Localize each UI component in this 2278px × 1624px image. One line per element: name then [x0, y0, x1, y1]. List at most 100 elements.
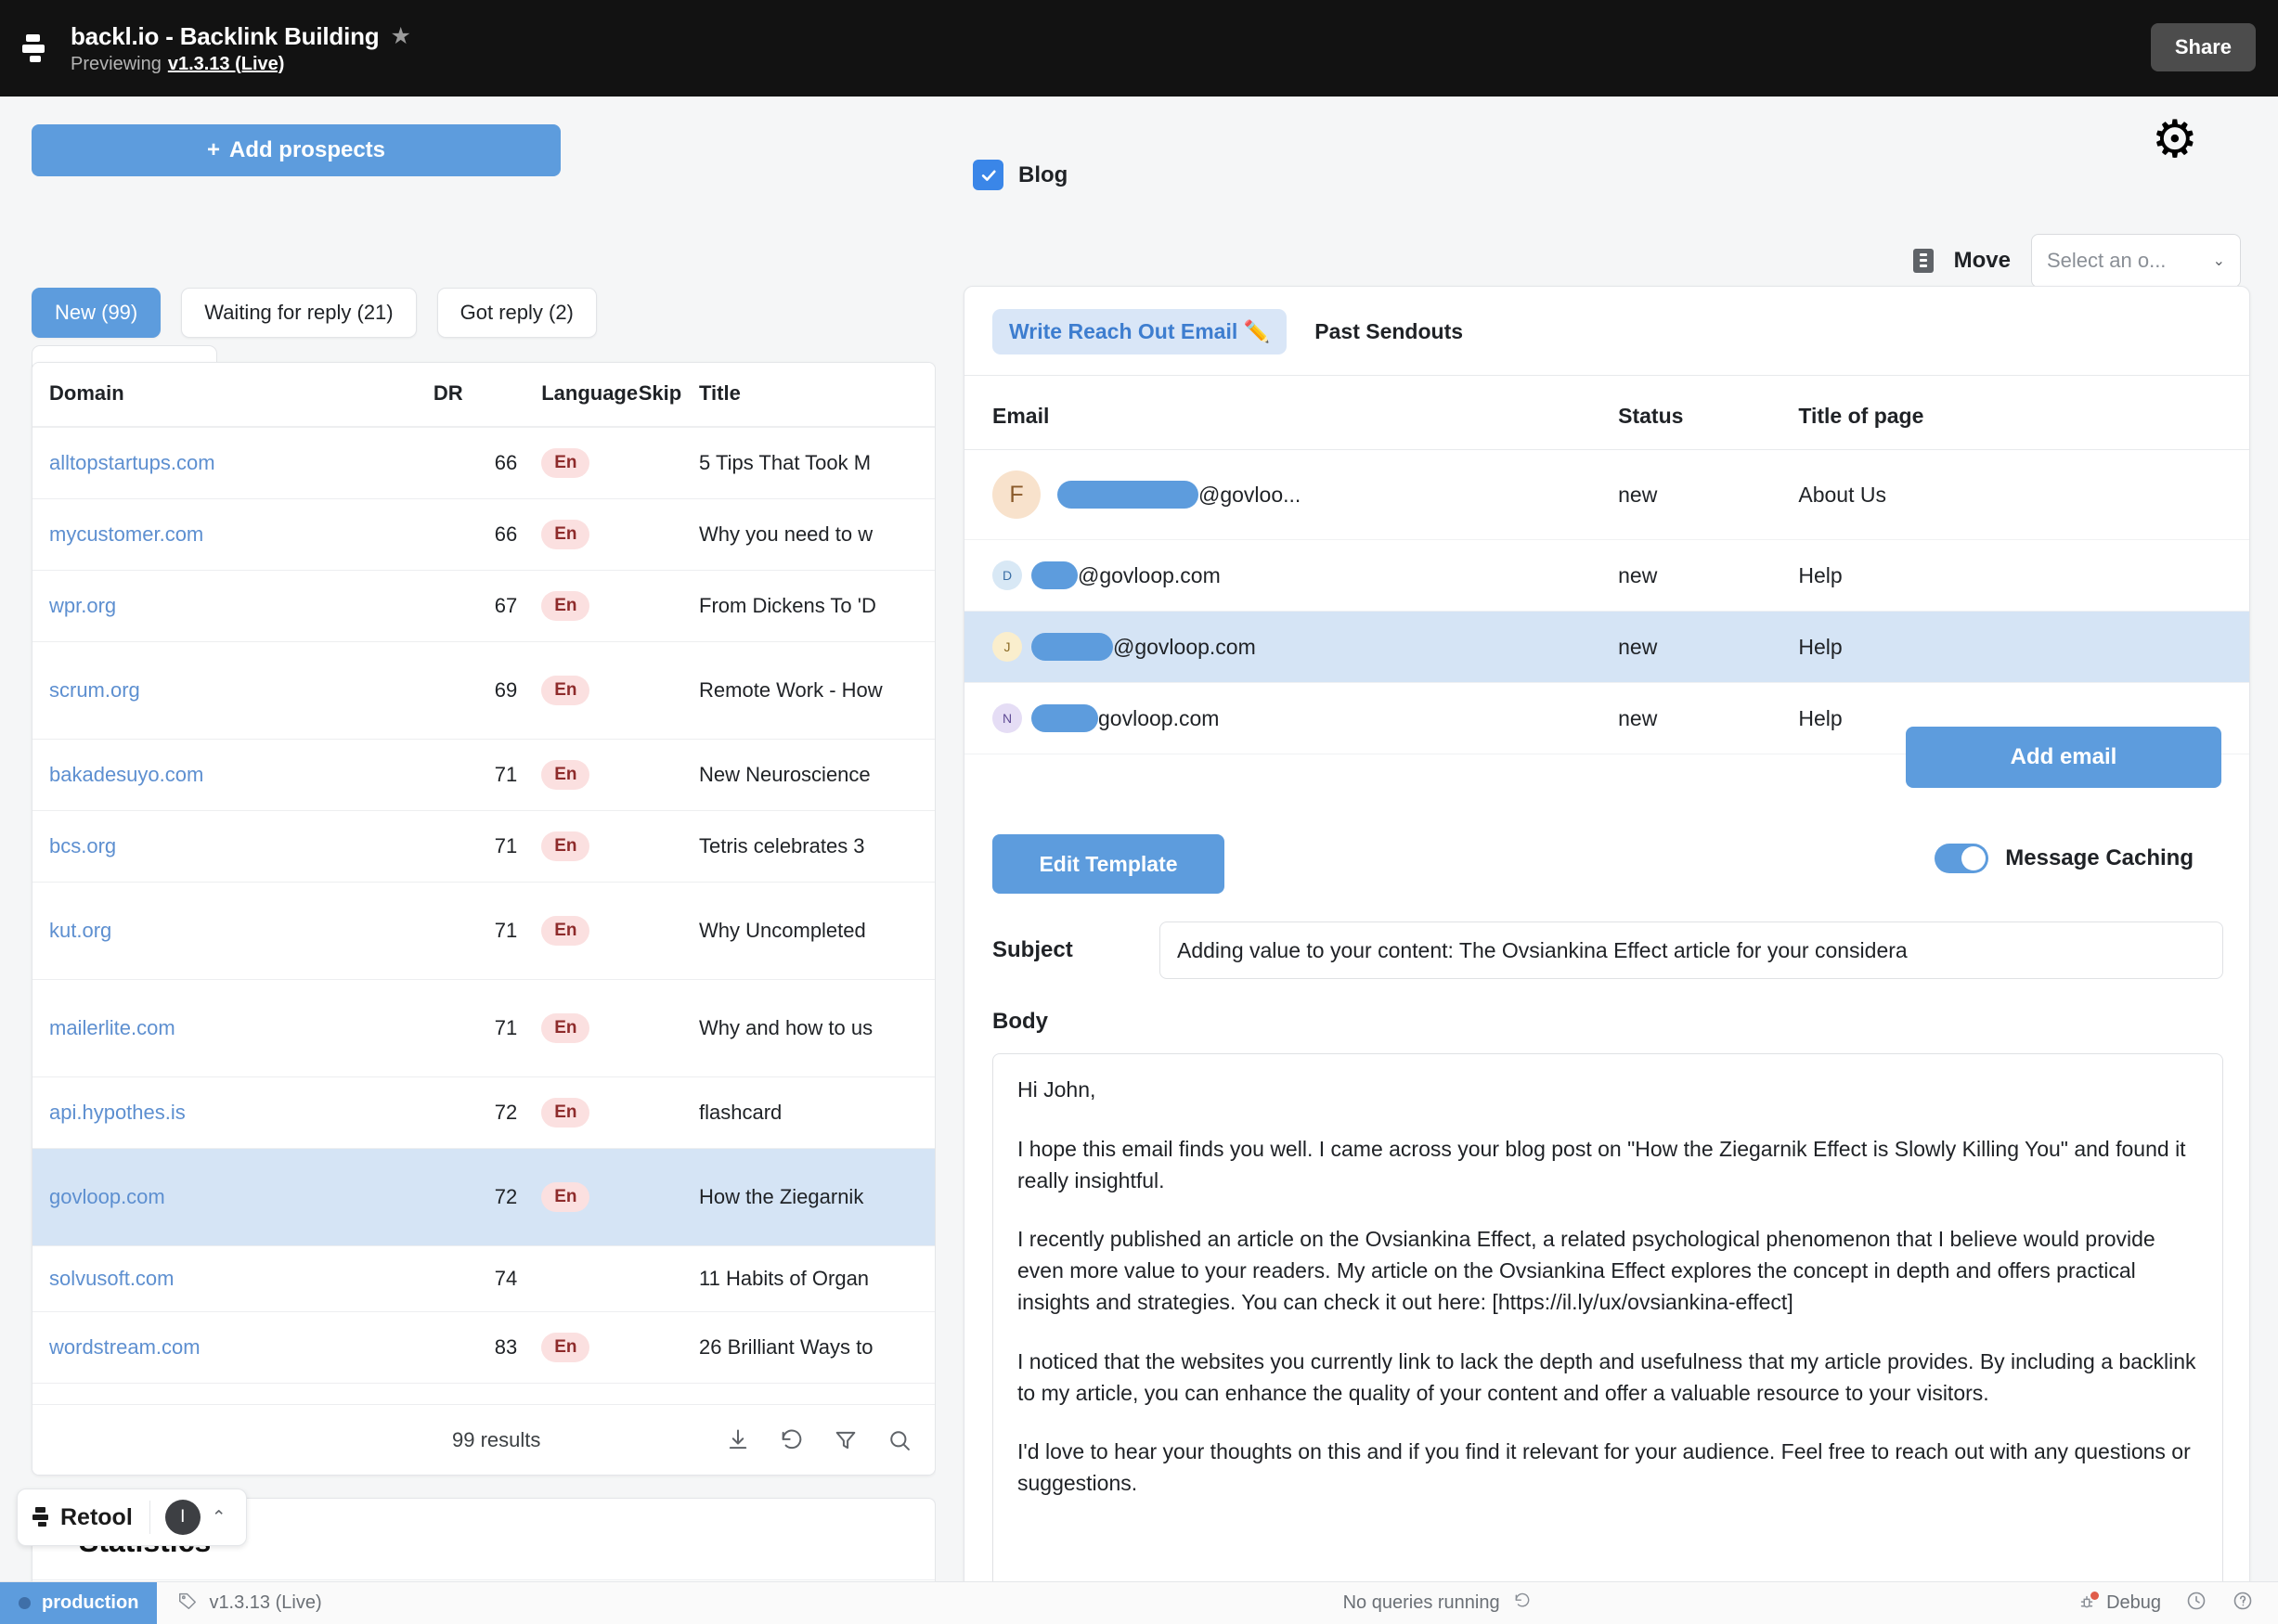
cell-domain[interactable]: mailerlite.com: [32, 980, 434, 1077]
table-row[interactable]: scrum.org69EnRemote Work - How: [32, 642, 936, 740]
domain-link[interactable]: alltopstartups.com: [49, 451, 215, 474]
help-icon[interactable]: [2232, 1590, 2254, 1618]
cell-skip[interactable]: [639, 427, 699, 499]
column-header-language[interactable]: Language: [517, 363, 639, 427]
tab-got-reply[interactable]: Got reply (2): [437, 288, 597, 338]
cell-domain[interactable]: kut.org: [32, 883, 434, 980]
history-icon[interactable]: [2185, 1590, 2207, 1618]
table-row[interactable]: bakadesuyo.com71EnNew Neuroscience: [32, 740, 936, 811]
subject-input[interactable]: [1159, 922, 2223, 979]
table-row[interactable]: wpr.org67EnFrom Dickens To 'D: [32, 571, 936, 642]
chevron-up-icon[interactable]: ⌃: [212, 1507, 227, 1528]
retool-floating-badge[interactable]: Retool I ⌃: [17, 1489, 247, 1546]
gear-icon[interactable]: ⚙: [2152, 113, 2198, 165]
domain-link[interactable]: kut.org: [49, 919, 111, 942]
add-email-button[interactable]: Add email: [1906, 727, 2221, 788]
domain-link[interactable]: wpr.org: [49, 594, 116, 617]
column-header-email: Email: [964, 404, 1618, 450]
share-button[interactable]: Share: [2151, 23, 2256, 71]
table-row[interactable]: mycustomer.com66EnWhy you need to w: [32, 499, 936, 571]
debug-button[interactable]: Debug: [2077, 1592, 2161, 1614]
cell-skip[interactable]: [639, 642, 699, 740]
cell-domain[interactable]: govloop.com: [32, 1149, 434, 1246]
status-badge: new: [1618, 683, 1798, 754]
table-row[interactable]: api.hypothes.is72Enflashcard: [32, 1077, 936, 1149]
domain-link[interactable]: govloop.com: [49, 1185, 165, 1208]
cell-skip[interactable]: [639, 980, 699, 1077]
refresh-icon[interactable]: [1513, 1592, 1532, 1616]
retool-logo-icon[interactable]: [22, 32, 54, 64]
cell-domain[interactable]: mycustomer.com: [32, 499, 434, 571]
tab-write-reach-out-email[interactable]: Write Reach Out Email ✏️: [992, 309, 1287, 354]
tab-past-sendouts[interactable]: Past Sendouts: [1298, 309, 1480, 354]
cell-email: J@govloop.com: [964, 612, 1618, 683]
column-header-title[interactable]: Title: [699, 363, 936, 427]
email-row[interactable]: D@govloop.comnewHelp: [964, 540, 2249, 612]
table-row[interactable]: bcs.org71EnTetris celebrates 3: [32, 811, 936, 883]
cell-skip[interactable]: [639, 1077, 699, 1149]
environment-badge[interactable]: production: [0, 1582, 157, 1624]
cell-skip[interactable]: [639, 883, 699, 980]
domain-link[interactable]: mailerlite.com: [49, 1016, 175, 1039]
cell-skip[interactable]: [639, 811, 699, 883]
cell-domain[interactable]: wordstream.com: [32, 1312, 434, 1384]
language-badge: En: [541, 1098, 589, 1128]
email-row[interactable]: J@govloop.comnewHelp: [964, 612, 2249, 683]
table-row[interactable]: wordstream.com83En26 Brilliant Ways to: [32, 1312, 936, 1384]
cell-skip[interactable]: [639, 571, 699, 642]
edit-template-button[interactable]: Edit Template: [992, 834, 1224, 894]
filter-icon[interactable]: [833, 1427, 859, 1453]
email-row[interactable]: F@govloo...newAbout Us: [964, 450, 2249, 540]
domain-link[interactable]: bcs.org: [49, 834, 116, 857]
cell-skip[interactable]: [639, 499, 699, 571]
column-header-domain[interactable]: Domain: [32, 363, 434, 427]
cell-domain[interactable]: scrum.org: [32, 642, 434, 740]
debug-alert-dot: [2090, 1592, 2099, 1600]
search-icon[interactable]: [887, 1427, 912, 1453]
domain-link[interactable]: bakadesuyo.com: [49, 763, 203, 786]
column-header-title-of-page: Title of page: [1798, 404, 2249, 450]
status-bar: production v1.3.13 (Live) No queries run…: [0, 1581, 2278, 1624]
cell-skip[interactable]: [639, 1246, 699, 1312]
environment-dot-icon: [19, 1597, 31, 1609]
domain-link[interactable]: mycustomer.com: [49, 522, 203, 546]
domain-link[interactable]: scrum.org: [49, 678, 140, 702]
favorite-star-icon[interactable]: ★: [390, 25, 410, 48]
version-link[interactable]: v1.3.13 (Live): [168, 54, 285, 75]
blog-checkbox[interactable]: [973, 160, 1003, 190]
table-row[interactable]: govloop.com72EnHow the Ziegarnik: [32, 1149, 936, 1246]
table-row[interactable]: mailerlite.com71EnWhy and how to us: [32, 980, 936, 1077]
debug-label: Debug: [2106, 1592, 2161, 1614]
status-version[interactable]: v1.3.13 (Live): [177, 1591, 321, 1617]
cell-skip[interactable]: [639, 1149, 699, 1246]
table-row[interactable]: alltopstartups.com66En5 Tips That Took M: [32, 427, 936, 499]
cell-skip[interactable]: [639, 740, 699, 811]
cell-domain[interactable]: bcs.org: [32, 811, 434, 883]
avatar[interactable]: I: [165, 1500, 201, 1535]
domain-link[interactable]: wordstream.com: [49, 1335, 201, 1359]
tab-waiting-for-reply[interactable]: Waiting for reply (21): [181, 288, 416, 338]
cell-page-title: About Us: [1798, 450, 2249, 540]
domain-link[interactable]: api.hypothes.is: [49, 1101, 186, 1124]
add-prospects-button[interactable]: + Add prospects: [32, 124, 561, 176]
domain-link[interactable]: solvusoft.com: [49, 1267, 175, 1290]
cell-domain[interactable]: alltopstartups.com: [32, 427, 434, 499]
column-header-skip[interactable]: Skip: [639, 363, 699, 427]
cell-domain[interactable]: solvusoft.com: [32, 1246, 434, 1312]
tab-new[interactable]: New (99): [32, 288, 161, 338]
table-row[interactable]: solvusoft.com7411 Habits of Organ: [32, 1246, 936, 1312]
cell-skip[interactable]: [639, 1312, 699, 1384]
table-row[interactable]: kut.org71EnWhy Uncompleted: [32, 883, 936, 980]
body-textarea[interactable]: Hi John,I hope this email finds you well…: [992, 1053, 2223, 1596]
cell-domain[interactable]: wpr.org: [32, 571, 434, 642]
cell-domain[interactable]: bakadesuyo.com: [32, 740, 434, 811]
column-header-dr[interactable]: DR: [434, 363, 517, 427]
move-target-select[interactable]: Select an o... ⌄: [2031, 234, 2241, 288]
refresh-icon[interactable]: [779, 1427, 805, 1453]
download-icon[interactable]: [725, 1427, 751, 1453]
column-header-status: Status: [1618, 404, 1798, 450]
email-address-suffix: govloop.com: [1098, 706, 1219, 731]
message-caching-toggle[interactable]: [1935, 844, 1988, 873]
cell-domain[interactable]: api.hypothes.is: [32, 1077, 434, 1149]
cell-language: En: [517, 883, 639, 980]
